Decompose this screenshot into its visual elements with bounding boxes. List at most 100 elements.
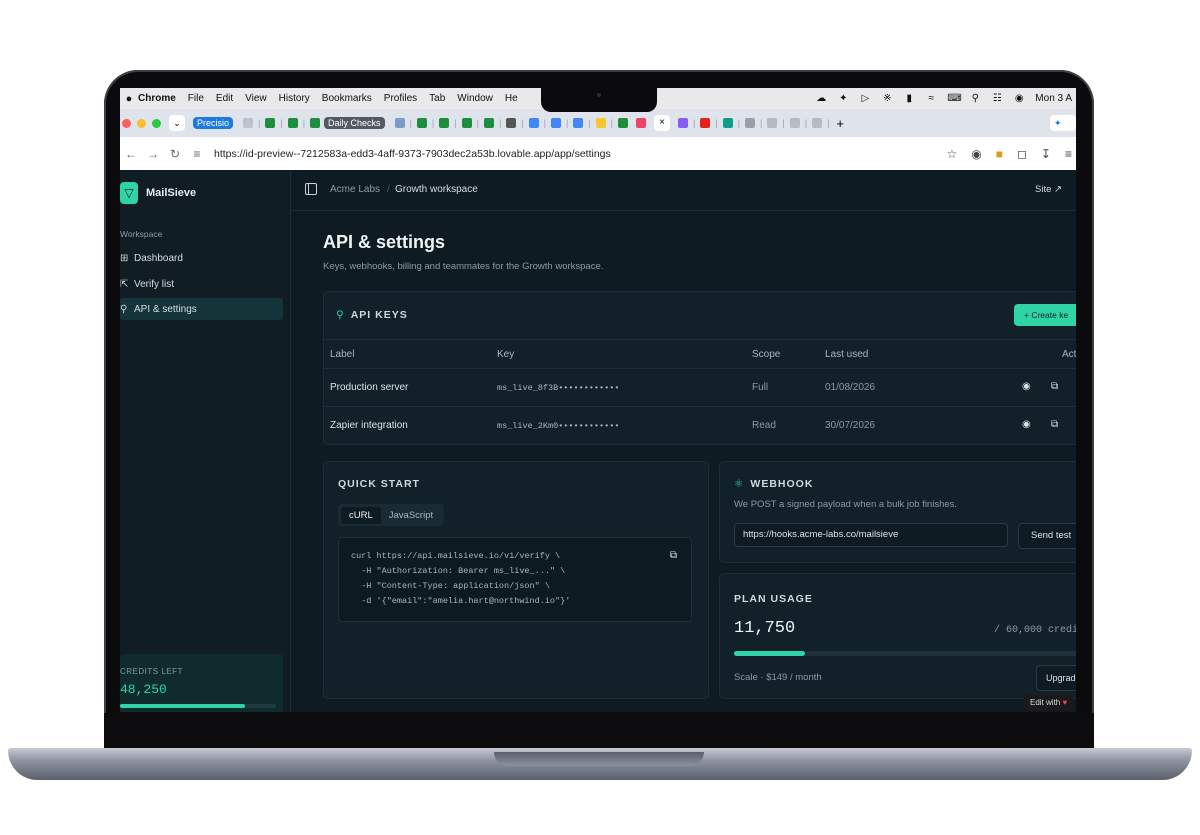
menu-help[interactable]: He — [505, 93, 518, 104]
control-center-icon[interactable]: ☷ — [991, 93, 1003, 104]
extension-icon[interactable]: ■ — [996, 147, 1003, 161]
copy-icon[interactable]: ⧉ — [1051, 419, 1058, 430]
camera-extension-icon[interactable]: ◉ — [971, 147, 981, 161]
key-label: Production server — [330, 382, 409, 393]
menu-app[interactable]: Chrome — [138, 93, 176, 104]
menu-profiles[interactable]: Profiles — [384, 93, 417, 104]
breadcrumb-workspace[interactable]: Growth workspace — [395, 184, 478, 195]
apple-icon[interactable]: ● — [120, 93, 138, 105]
eye-icon[interactable]: ◉ — [1022, 419, 1031, 430]
menu-icon[interactable]: ≡ — [1065, 147, 1072, 161]
sheet-tab-icon[interactable] — [416, 118, 427, 128]
speaker-tab-icon[interactable] — [745, 118, 756, 128]
back-icon[interactable]: ← — [120, 147, 142, 161]
tab-group-precisio[interactable]: Precisio — [193, 117, 234, 129]
screen: ● Chrome File Edit View History Bookmark… — [120, 88, 1076, 712]
globe-tab-icon[interactable] — [789, 118, 800, 128]
send-test-button[interactable]: Send test — [1018, 523, 1076, 549]
globe-tab-icon[interactable] — [767, 118, 778, 128]
wifi-icon[interactable]: ≈ — [925, 93, 937, 104]
tab-group-daily-checks[interactable]: Daily Checks — [324, 117, 385, 129]
tab-separator: | — [565, 118, 569, 128]
forward-icon[interactable]: → — [142, 147, 164, 161]
menu-view[interactable]: View — [245, 93, 267, 104]
tab-separator: | — [280, 118, 283, 128]
sheet-tab-icon[interactable] — [439, 118, 450, 128]
eye-icon[interactable]: ◉ — [1022, 381, 1031, 392]
copy-icon[interactable]: ⧉ — [670, 550, 677, 561]
doc-tab-icon[interactable] — [573, 118, 584, 128]
tab-search-icon[interactable]: ⌄ — [169, 115, 185, 131]
openai-tab-icon[interactable] — [506, 118, 517, 128]
gemini-icon[interactable]: ✦ — [1050, 115, 1076, 131]
youtube-tab-icon[interactable] — [700, 118, 711, 128]
extension-tab-icon[interactable] — [678, 118, 688, 128]
sheet-tab-icon[interactable] — [265, 118, 276, 128]
tab-curl[interactable]: cURL — [341, 506, 381, 524]
sparkle-icon[interactable]: ✦ — [837, 93, 849, 104]
language-switcher: cURL JavaScript — [338, 504, 445, 526]
credits-card: CREDITS LEFT 48,250 — [120, 654, 283, 712]
quick-start-card: QUICK START cURL JavaScript curl https:/… — [323, 461, 709, 699]
doc-tab-icon[interactable] — [550, 118, 561, 128]
tab-separator: | — [693, 118, 696, 128]
sheet-tab-icon[interactable] — [461, 118, 472, 128]
new-tab-icon[interactable]: + — [836, 116, 844, 131]
sidebar-item-dashboard[interactable]: ⊞ Dashboard — [120, 247, 283, 269]
menu-bookmarks[interactable]: Bookmarks — [322, 93, 372, 104]
puzzle-icon[interactable]: ◻ — [1017, 147, 1027, 161]
menu-file[interactable]: File — [188, 93, 204, 104]
download-icon[interactable]: ↧ — [1041, 147, 1051, 161]
doc-tab-icon[interactable] — [528, 118, 539, 128]
site-info-icon[interactable]: ≡ — [186, 147, 208, 161]
table-row: Production server ms_live_8f3B••••••••••… — [324, 368, 1076, 407]
menu-edit[interactable]: Edit — [216, 93, 233, 104]
webhook-url-input[interactable]: https://hooks.acme-labs.co/mailsieve — [734, 523, 1008, 547]
address-actions: ☆ ◉ ■ ◻ ↧ ≡ — [946, 137, 1072, 170]
code-line: curl https://api.mailsieve.io/v1/verify … — [351, 551, 561, 561]
home-tab-icon[interactable] — [243, 118, 254, 128]
cloud-icon[interactable]: ☁ — [815, 93, 827, 104]
code-line: -H "Authorization: Bearer ms_live_..." \ — [351, 566, 566, 576]
copy-icon[interactable]: ⧉ — [1051, 381, 1058, 392]
sheet-tab-icon[interactable] — [287, 118, 298, 128]
bookmark-star-icon[interactable]: ☆ — [946, 147, 957, 161]
menu-history[interactable]: History — [279, 93, 310, 104]
eye-tab-icon[interactable] — [394, 118, 405, 128]
siri-icon[interactable]: ◉ — [1013, 93, 1025, 104]
battery-icon[interactable]: ▮ — [903, 93, 915, 104]
menu-window[interactable]: Window — [457, 93, 493, 104]
globe-tab-icon[interactable] — [812, 118, 823, 128]
create-key-button[interactable]: + Create ke — [1014, 304, 1076, 326]
spotlight-icon[interactable]: ⚲ — [969, 93, 981, 104]
lovable-tab-icon[interactable] — [636, 118, 646, 128]
bulb-tab-icon[interactable] — [595, 118, 606, 128]
breadcrumb-separator: / — [387, 184, 390, 195]
tab-javascript[interactable]: JavaScript — [381, 507, 441, 524]
menu-clock[interactable]: Mon 3 A — [1035, 93, 1072, 104]
keyboard-icon[interactable]: ⌨ — [947, 93, 961, 104]
breadcrumb-org[interactable]: Acme Labs — [330, 184, 380, 195]
sheet-tab-icon[interactable] — [310, 118, 321, 128]
sheet-tab-icon[interactable] — [483, 118, 494, 128]
close-tab-icon[interactable]: × — [654, 115, 670, 131]
sidebar-item-api-settings[interactable]: ⚲ API & settings — [120, 298, 283, 320]
sidebar-item-verify-list[interactable]: ⇱ Verify list — [120, 273, 283, 295]
sheet-tab-icon[interactable] — [618, 118, 628, 128]
app-tab-icon[interactable] — [722, 118, 733, 128]
key-value: ms_live_2Km0•••••••••••• — [497, 421, 620, 431]
brand[interactable]: ▽ MailSieve — [120, 182, 196, 204]
upgrade-button[interactable]: Upgrade — [1036, 665, 1076, 691]
minimize-window-icon[interactable] — [137, 118, 146, 128]
reload-icon[interactable]: ↻ — [164, 147, 186, 161]
edit-with-lovable-badge[interactable]: Edit with ♥ — [1024, 694, 1074, 711]
zoom-window-icon[interactable] — [152, 118, 161, 128]
url-field[interactable]: https://id-preview--7212583a-edd3-4aff-9… — [214, 148, 611, 160]
play-icon[interactable]: ▷ — [859, 93, 871, 104]
close-window-icon[interactable] — [122, 118, 131, 128]
bluetooth-icon[interactable]: ※ — [881, 93, 893, 104]
menu-tab[interactable]: Tab — [429, 93, 445, 104]
upload-icon: ⇱ — [120, 278, 129, 290]
site-link[interactable]: Site ↗ — [1035, 184, 1062, 195]
sidebar-toggle-icon[interactable] — [305, 183, 317, 195]
